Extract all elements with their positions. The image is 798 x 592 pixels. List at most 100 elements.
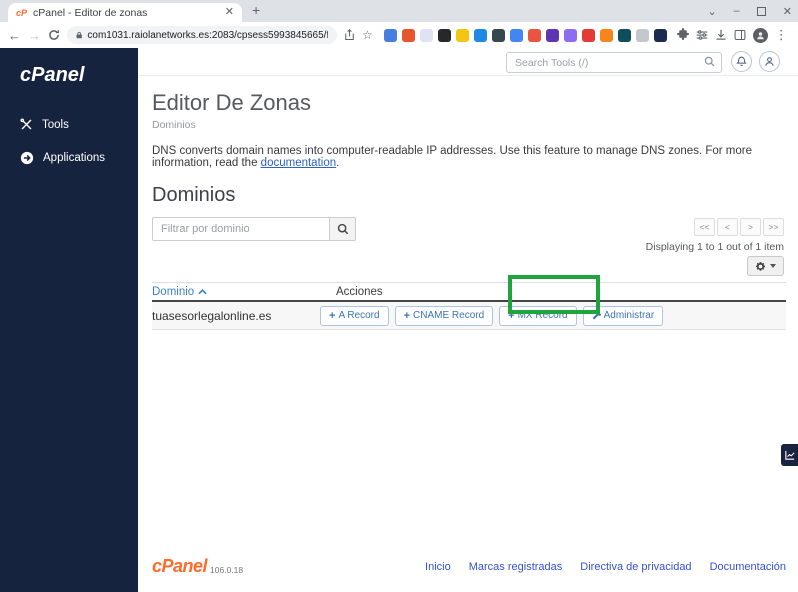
breadcrumb: Dominios <box>152 119 196 131</box>
new-tab-button[interactable]: + <box>252 2 260 18</box>
ext-light-st-icon[interactable] <box>419 28 433 42</box>
ext-blue-badge-icon[interactable] <box>383 28 397 42</box>
tab-close-icon[interactable]: ✕ <box>225 7 234 18</box>
window-menu-icon[interactable]: ⌄ <box>707 5 716 18</box>
sidebar-item-applications[interactable]: Applications <box>0 146 138 170</box>
ext-yellow-i-icon[interactable] <box>455 28 469 42</box>
a-record-button[interactable]: + A Record <box>320 305 389 326</box>
tune-icon[interactable] <box>696 29 708 41</box>
sort-asc-icon <box>198 288 207 294</box>
wrench-icon <box>592 311 601 320</box>
ext-orange-n-icon[interactable] <box>401 28 415 42</box>
browser-navbar: ← → com1031.raiolanetworks.es:2083/cpses… <box>0 22 798 48</box>
table-row: tuasesorlegalonline.es + A Record + CNAME Re… <box>152 302 786 330</box>
share-icon[interactable] <box>344 29 355 41</box>
chart-icon <box>784 450 795 460</box>
window-maximize-button[interactable] <box>756 6 766 16</box>
address-bar[interactable]: com1031.raiolanetworks.es:2083/cpsess599… <box>67 26 337 44</box>
applications-icon <box>20 151 34 165</box>
notifications-button[interactable] <box>731 51 752 72</box>
footer-link-inicio[interactable]: Inicio <box>425 561 451 573</box>
domain-filter-input[interactable] <box>152 217 329 241</box>
pagination-prev[interactable]: < <box>717 218 738 236</box>
action-button-label: A Record <box>338 310 380 321</box>
filter-row: <<<>>> Displaying 1 to 1 out of 1 item <box>152 217 786 253</box>
search-tools-input[interactable] <box>506 52 722 73</box>
tools-icon <box>20 118 32 130</box>
bell-icon <box>736 56 747 66</box>
ext-purple-home-icon[interactable] <box>545 28 559 42</box>
footer-link-documentacion[interactable]: Documentación <box>710 561 786 573</box>
plus-icon: + <box>403 309 411 322</box>
page-title: Editor De Zonas <box>152 90 311 115</box>
url-text: com1031.raiolanetworks.es:2083/cpsess599… <box>87 29 328 41</box>
documentation-link[interactable]: documentation <box>261 157 336 169</box>
ext-red-drop-icon[interactable] <box>581 28 595 42</box>
profile-avatar[interactable] <box>752 27 768 43</box>
ext-fox-icon[interactable] <box>599 28 613 42</box>
ext-dark-lens-icon[interactable] <box>491 28 505 42</box>
cname-record-button[interactable]: + CNAME Record <box>394 305 494 326</box>
gear-icon <box>756 261 765 271</box>
table-body: tuasesorlegalonline.es + A Record + CNAME Re… <box>152 302 786 330</box>
chevron-down-icon <box>770 264 776 268</box>
footer-link-directiva-de-privacidad[interactable]: Directiva de privacidad <box>580 561 691 573</box>
footer-links: Inicio Marcas registradas Directiva de pri… <box>425 561 786 573</box>
column-header-dominio[interactable]: Dominio <box>152 286 320 298</box>
main-content: Editor De Zonas Dominios DNS converts do… <box>138 77 798 330</box>
plus-icon: + <box>329 309 336 322</box>
domain-cell: tuasesorlegalonline.es <box>152 308 272 323</box>
action-button-label: CNAME Record <box>413 310 485 321</box>
filter-search-button[interactable] <box>329 217 356 241</box>
footer: cPanel 106.0.18 Inicio Marcas registradas… <box>152 556 786 577</box>
side-panel-icon[interactable] <box>734 29 746 41</box>
browser-titlebar: cP cPanel - Editor de zonas ✕ + ⌄ – ✕ <box>0 0 798 22</box>
back-icon[interactable]: ← <box>8 29 21 42</box>
sidebar-item-tools[interactable]: Tools <box>0 113 138 136</box>
pagination: << < > >> <box>646 217 784 236</box>
app-header <box>138 48 798 76</box>
browser-window: cP cPanel - Editor de zonas ✕ + ⌄ – ✕ ← … <box>0 0 798 592</box>
tab-title: cPanel - Editor de zonas <box>33 6 148 19</box>
analytics-panel-button[interactable] <box>781 444 798 466</box>
extension-icons <box>383 28 667 42</box>
mx-record-button[interactable]: + MX Record <box>499 305 577 326</box>
table-settings-button[interactable] <box>747 256 784 276</box>
sidebar: cPanel Tools Applications <box>0 48 138 592</box>
domains-table: Dominio Acciones tuasesorlegalonline.es +… <box>152 282 786 330</box>
cpanel-favicon-icon: cP <box>16 7 28 18</box>
section-title: Dominios <box>152 184 236 206</box>
window-minimize-button[interactable]: – <box>734 5 740 17</box>
user-icon <box>765 57 774 66</box>
download-icon[interactable] <box>715 29 727 41</box>
cpanel-logo: cPanel <box>20 64 85 86</box>
forward-icon[interactable]: → <box>28 29 41 42</box>
reload-icon[interactable] <box>48 29 60 41</box>
footer-link-marcas-registradas[interactable]: Marcas registradas <box>469 561 563 573</box>
sidebar-item-label: Tools <box>42 118 69 131</box>
bookmark-star-icon[interactable]: ☆ <box>362 29 373 41</box>
user-menu-button[interactable] <box>759 51 780 72</box>
pagination-next[interactable]: > <box>740 218 761 236</box>
extensions-puzzle-icon[interactable] <box>676 27 689 43</box>
column-header-acciones: Acciones <box>336 285 383 298</box>
sidebar-item-label: Applications <box>43 152 106 164</box>
browser-tab[interactable]: cP cPanel - Editor de zonas ✕ <box>8 3 242 22</box>
ext-teal-a-icon[interactable] <box>617 28 631 42</box>
pagination-last[interactable]: >> <box>763 218 784 236</box>
ext-blue-play-icon[interactable] <box>473 28 487 42</box>
ext-violet-brush-icon[interactable] <box>563 28 577 42</box>
ext-red-grid-icon[interactable] <box>527 28 541 42</box>
ext-gray-circle-icon[interactable] <box>635 28 649 42</box>
cpanel-footer-logo: cPanel <box>152 556 208 576</box>
page-description: DNS converts domain names into computer-… <box>152 145 752 169</box>
ext-black-diagonal-icon[interactable] <box>437 28 451 42</box>
administrar-button[interactable]: Administrar <box>582 305 664 326</box>
pagination-first[interactable]: << <box>694 218 715 236</box>
ext-dark-moon-icon[interactable] <box>653 28 667 42</box>
ext-blue-one-icon[interactable] <box>509 28 523 42</box>
action-button-label: MX Record <box>517 310 568 321</box>
window-close-button[interactable]: ✕ <box>783 5 792 18</box>
browser-menu-icon[interactable]: ⋮ <box>775 27 788 43</box>
pagination-status: Displaying 1 to 1 out of 1 item <box>645 241 784 253</box>
